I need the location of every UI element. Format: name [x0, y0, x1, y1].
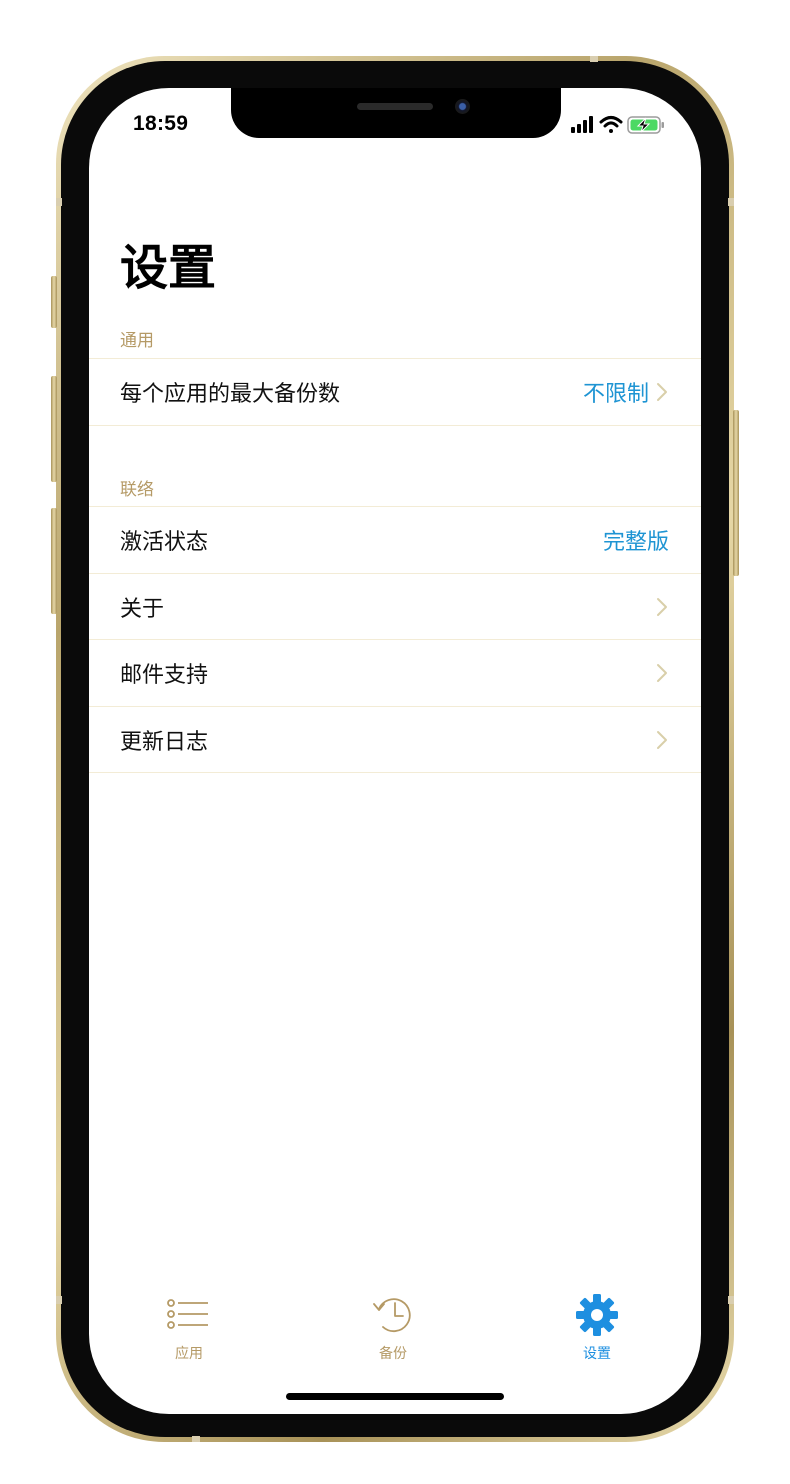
antenna-band [728, 198, 734, 206]
antenna-band [56, 1296, 62, 1304]
volume-up-button [51, 376, 57, 482]
row-label: 每个应用的最大备份数 [120, 382, 341, 408]
power-button [733, 410, 739, 576]
about-row[interactable]: 关于 [89, 574, 701, 641]
status-icons [571, 114, 681, 136]
chevron-right-icon [657, 664, 667, 683]
row-label: 关于 [120, 596, 165, 622]
changelog-row[interactable]: 更新日志 [89, 707, 701, 774]
row-value: 完整版 [602, 530, 669, 556]
wifi-icon [599, 116, 623, 133]
row-label: 激活状态 [120, 530, 209, 556]
tab-bar: 应用 备份 设置 [89, 1293, 701, 1363]
front-camera [455, 99, 470, 114]
history-clock-icon [373, 1298, 411, 1333]
earpiece-speaker [357, 103, 433, 110]
activation-status-row[interactable]: 激活状态 完整版 [89, 507, 701, 574]
settings-group-general: 每个应用的最大备份数 不限制 [89, 358, 701, 426]
list-icon [167, 1299, 208, 1329]
chevron-right-icon [657, 597, 667, 616]
tab-settings[interactable]: 设置 [537, 1293, 657, 1363]
row-label: 更新日志 [120, 729, 209, 755]
tab-label: 备份 [379, 1346, 407, 1362]
max-backups-row[interactable]: 每个应用的最大备份数 不限制 [89, 359, 701, 426]
email-support-row[interactable]: 邮件支持 [89, 640, 701, 707]
screen: 18:59 设置 通用 每个应用的最大备份数 不限制 联络 激活状态 完整版 关… [89, 88, 701, 1414]
status-time: 18:59 [133, 112, 189, 135]
tab-label: 设置 [583, 1346, 611, 1362]
mute-switch [51, 276, 57, 328]
page-title: 设置 [120, 240, 217, 296]
tab-apps[interactable]: 应用 [129, 1293, 249, 1363]
antenna-band [728, 1296, 734, 1304]
tab-backup[interactable]: 备份 [333, 1293, 453, 1363]
row-label: 邮件支持 [120, 663, 209, 689]
notch [231, 88, 561, 138]
antenna-band [590, 56, 598, 62]
volume-down-button [51, 508, 57, 614]
tab-label: 应用 [175, 1346, 203, 1362]
battery-charging-icon [627, 116, 664, 134]
row-value: 不限制 [582, 382, 649, 408]
settings-group-contact: 激活状态 完整版 关于 邮件支持 更新日志 [89, 506, 701, 773]
section-header-general: 通用 [120, 331, 154, 351]
cellular-signal-icon [571, 116, 593, 133]
antenna-band [192, 1436, 200, 1442]
gear-icon [576, 1294, 618, 1336]
home-indicator[interactable] [286, 1393, 504, 1400]
chevron-right-icon [657, 730, 667, 749]
chevron-right-icon [657, 383, 667, 402]
antenna-band [56, 198, 62, 206]
section-header-contact: 联络 [120, 480, 154, 500]
